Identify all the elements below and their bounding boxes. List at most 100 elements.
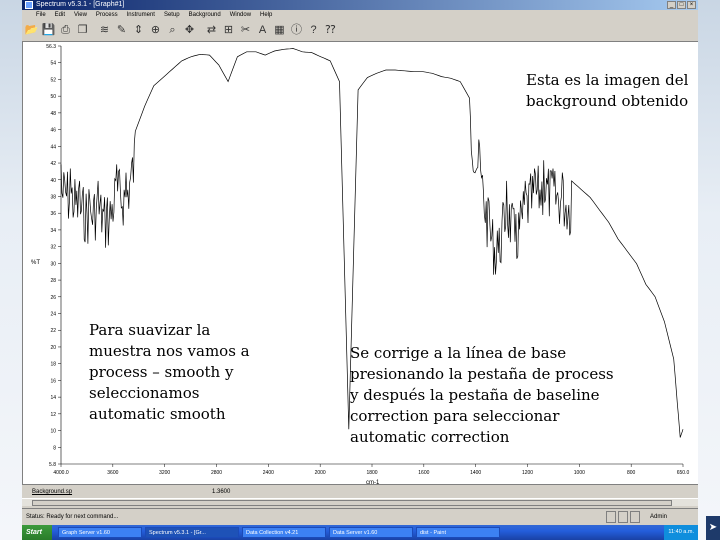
y-tick-label: 10 (50, 429, 56, 435)
menu-instrument[interactable]: Instrument (127, 10, 155, 20)
spectrum-window: Spectrum v5.3.1 - [Graph#1] _ □ × File E… (22, 0, 698, 540)
y-axis-label: %T (31, 260, 40, 266)
y-tick-label: 24 (50, 312, 56, 318)
y-tick-label: 14 (50, 395, 56, 401)
x-tick-label: 3600 (107, 470, 118, 476)
task-data-collection[interactable]: Data Collection v4.21 (242, 527, 326, 538)
y-tick-label: 40 (50, 178, 56, 184)
compare-icon[interactable]: ⇄ (204, 23, 219, 38)
status-user: Admin (650, 514, 668, 520)
task-spectrum[interactable]: Spectrum v5.3.1 - [Gr... (145, 527, 239, 538)
text-icon[interactable]: A (255, 23, 270, 38)
status-text: Status: Ready for next command... (26, 514, 119, 520)
y-tick-label: 30 (50, 261, 56, 267)
cursor-value: 1.3600 (212, 489, 231, 495)
x-tick-label: 1000 (574, 470, 585, 476)
y-tick-label: 36 (50, 211, 56, 217)
window-titlebar[interactable]: Spectrum v5.3.1 - [Graph#1] _ □ × (22, 0, 698, 10)
y-tick-label: 28 (50, 278, 56, 284)
move-icon[interactable]: ✥ (182, 23, 197, 38)
open-icon[interactable]: 📂 (24, 23, 39, 38)
y-tick-label: 50 (50, 94, 56, 100)
y-tick-label: 34 (50, 228, 56, 234)
x-tick-label: 3200 (159, 470, 170, 476)
label-icon[interactable]: ✎ (114, 23, 129, 38)
task-data-server[interactable]: Data Server v1.60 (329, 527, 413, 538)
spectrum-tabs: Background.sp 1.3600 (22, 484, 698, 498)
status-bar: Status: Ready for next command... Admin (22, 508, 698, 524)
zoom-icon[interactable]: ⊕ (148, 23, 163, 38)
status-cell (606, 511, 616, 523)
y-tick-label: 26 (50, 295, 56, 301)
menu-bar: File Edit View Process Instrument Setup … (22, 10, 698, 20)
menu-help[interactable]: Help (260, 10, 272, 20)
clock: 11:40 a.m. (664, 525, 698, 540)
y-tick-label: 44 (50, 144, 56, 150)
y-tick-label: 52 (50, 77, 56, 83)
start-button[interactable]: Start (22, 525, 52, 540)
menu-edit[interactable]: Edit (55, 10, 65, 20)
y-tick-label: 42 (50, 161, 56, 167)
cut-icon[interactable]: ✂ (238, 23, 253, 38)
x-tick-label: 1600 (418, 470, 429, 476)
y-tick-label: 5.8 (49, 462, 56, 468)
info-icon[interactable]: ⓘ (289, 23, 304, 38)
menu-background[interactable]: Background (189, 10, 221, 20)
slide-next-arrow[interactable]: ➤ (706, 516, 720, 540)
task-graph-server[interactable]: Graph Server v1.60 (58, 527, 142, 538)
taskbar: Start Graph Server v1.60 Spectrum v5.3.1… (22, 525, 698, 540)
window-controls: _ □ × (667, 1, 696, 9)
x-tick-label: 650.0 (677, 470, 690, 476)
grid-icon[interactable]: ▦ (272, 23, 287, 38)
x-tick-label: 1200 (522, 470, 533, 476)
annotation-baseline: Se corrige a la línea de base presionand… (350, 344, 614, 446)
copy-icon[interactable]: ❐ (75, 23, 90, 38)
y-tick-label: 48 (50, 111, 56, 117)
app-icon (25, 1, 33, 9)
overlay-icon[interactable]: ≋ (97, 23, 112, 38)
x-axis: 4000.0 3600 3200 2800 2400 2000 1800 1600 1400 12… (53, 464, 689, 476)
x-tick-label: 800 (627, 470, 636, 476)
maximize-button[interactable]: □ (677, 1, 686, 9)
menu-process[interactable]: Process (96, 10, 118, 20)
sample-icon[interactable]: ⊞ (221, 23, 236, 38)
x-tick-label: 2800 (211, 470, 222, 476)
y-tick-label: 18 (50, 362, 56, 368)
help-icon[interactable]: ? (306, 23, 321, 38)
print-icon[interactable]: ⎙ (58, 23, 73, 38)
status-cell (618, 511, 628, 523)
menu-setup[interactable]: Setup (164, 10, 180, 20)
menu-view[interactable]: View (74, 10, 87, 20)
x-tick-label: 1400 (470, 470, 481, 476)
menu-window[interactable]: Window (230, 10, 251, 20)
scale-icon[interactable]: ⇕ (131, 23, 146, 38)
context-help-icon[interactable]: ⁇ (323, 23, 338, 38)
x-tick-label: 2400 (263, 470, 274, 476)
toolbar: 📂 💾 ⎙ ❐ ≋ ✎ ⇕ ⊕ ⌕ ✥ ⇄ ⊞ ✂ A ▦ ⓘ ? ⁇ (22, 20, 698, 42)
y-axis: 56.3 54 52 50 48 46 44 42 40 38 36 34 32 30 28 26 24 22 20… (46, 44, 61, 468)
y-tick-label: 20 (50, 345, 56, 351)
y-tick-label: 12 (50, 412, 56, 418)
save-icon[interactable]: 💾 (41, 23, 56, 38)
y-tick-label: 32 (50, 245, 56, 251)
y-tick-label: 38 (50, 194, 56, 200)
scrollbar-thumb[interactable] (32, 500, 672, 506)
status-cell (630, 511, 640, 523)
tab-background-sp[interactable]: Background.sp (32, 485, 72, 499)
y-tick-label: 22 (50, 328, 56, 334)
annotation-smooth: Para suavizar la muestra nos vamos a pro… (89, 321, 250, 423)
y-tick-label: 46 (50, 128, 56, 134)
close-button[interactable]: × (687, 1, 696, 9)
menu-file[interactable]: File (36, 10, 46, 20)
y-tick-label: 56.3 (46, 44, 56, 50)
x-tick-label: 2000 (315, 470, 326, 476)
annotation-background: Esta es la imagen del background obtenid… (526, 71, 689, 110)
task-paint[interactable]: dist - Paint (416, 527, 500, 538)
slide-background-left (0, 0, 22, 540)
x-tick-label: 4000.0 (53, 470, 69, 476)
y-tick-label: 54 (50, 61, 56, 67)
horizontal-scrollbar[interactable] (22, 498, 698, 506)
search-icon[interactable]: ⌕ (165, 23, 180, 38)
y-tick-label: 16 (50, 378, 56, 384)
minimize-button[interactable]: _ (667, 1, 676, 9)
